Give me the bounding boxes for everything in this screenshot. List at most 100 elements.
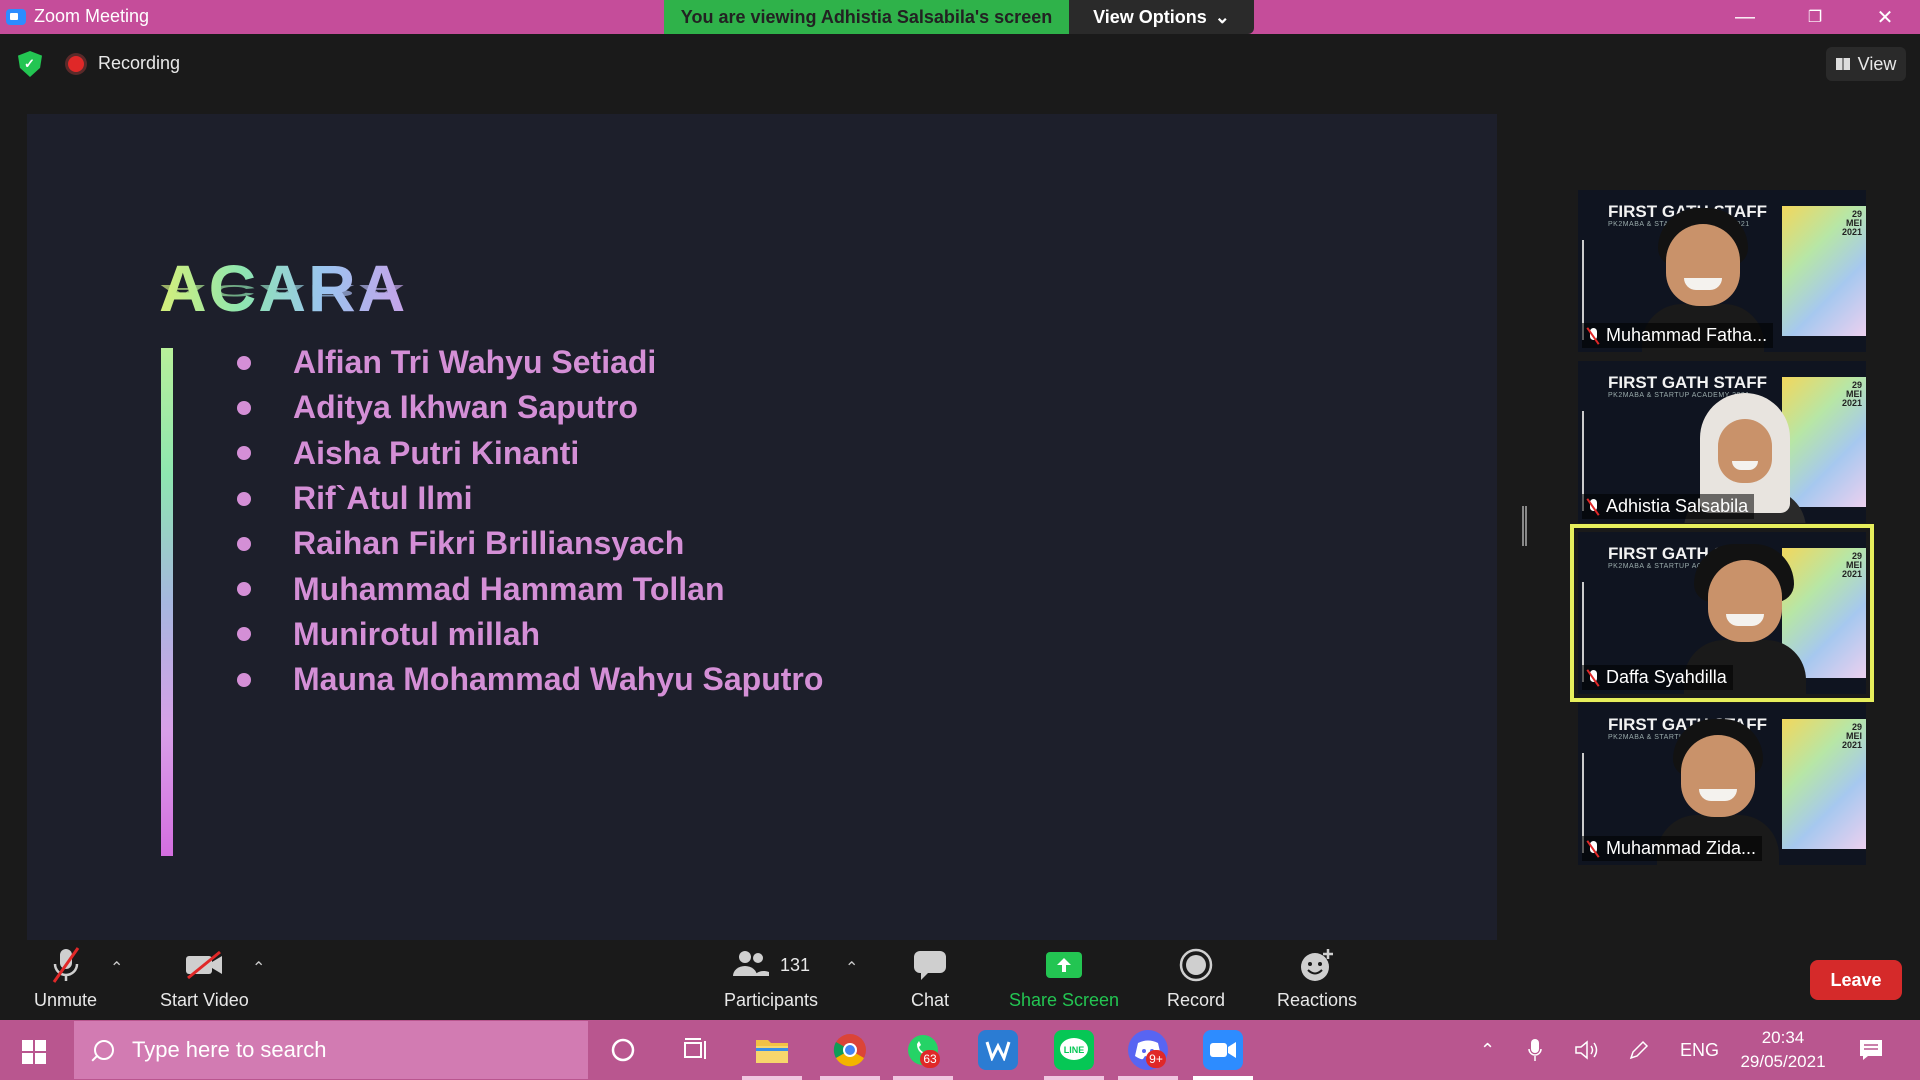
participant-name: Muhammad Fatha... <box>1606 325 1768 345</box>
participants-button[interactable]: 131 Participants <box>724 946 818 1011</box>
video-tile[interactable]: FIRST GATH STAFF PK2MABA & STARTUP ACADE… <box>1578 190 1866 352</box>
name-list-item: Alfian Tri Wahyu Setiadi <box>237 340 823 385</box>
chevron-up-icon: ⌃ <box>1480 1039 1496 1060</box>
svg-text:LINE: LINE <box>1064 1045 1085 1055</box>
reactions-button[interactable]: Reactions <box>1277 946 1357 1011</box>
video-options-caret-icon[interactable]: ⌃ <box>252 958 265 978</box>
name-list-item: Rif`Atul Ilmi <box>237 476 823 521</box>
background-date: 29 MEI 2021 <box>1841 722 1862 750</box>
chrome-icon[interactable] <box>830 1030 870 1070</box>
participants-options-caret-icon[interactable]: ⌃ <box>845 958 858 978</box>
name-list-item: Aditya Ikhwan Saputro <box>237 385 823 430</box>
name-list-item: Munirotul millah <box>237 612 823 657</box>
language-indicator[interactable]: ENG <box>1680 1020 1719 1080</box>
view-options-button[interactable]: View Options ⌄ <box>1069 0 1254 34</box>
video-off-icon <box>184 946 224 984</box>
search-placeholder: Type here to search <box>132 1037 327 1062</box>
line-active-indicator <box>1044 1076 1104 1080</box>
share-screen-icon <box>1045 946 1083 984</box>
microphone-tray-icon[interactable] <box>1528 1020 1542 1080</box>
chat-label: Chat <box>911 990 950 1010</box>
minimize-button[interactable]: — <box>1710 0 1780 34</box>
meeting-info-bar: ✓ Recording View <box>0 34 1920 94</box>
file-explorer-icon[interactable] <box>752 1030 792 1070</box>
grid-icon <box>1835 58 1850 70</box>
participant-nameplate: Adhistia Salsabila <box>1582 494 1755 519</box>
taskbar-search-box[interactable]: Type here to search <box>74 1021 588 1079</box>
audio-options-caret-icon[interactable]: ⌃ <box>110 958 123 978</box>
muted-mic-icon <box>1586 840 1600 858</box>
video-tile[interactable]: FIRST GATH STAFF PK2MABA & STARTUP ACADE… <box>1578 703 1866 865</box>
chrome-active-indicator <box>820 1076 880 1080</box>
video-tile-active-speaker[interactable]: FIRST GATH STAFF PK2MABA & STARTUP ACADE… <box>1570 524 1874 702</box>
chat-icon <box>913 946 947 984</box>
restore-icon: ❐ <box>1807 9 1823 26</box>
shared-screen: ACARA ACARA Alfian Tri Wahyu Setiadi Adi… <box>27 114 1497 940</box>
participants-icon <box>732 949 770 982</box>
record-button[interactable]: Record <box>1167 946 1225 1011</box>
volume-icon[interactable] <box>1574 1020 1600 1080</box>
title-bar: Zoom Meeting You are viewing Adhistia Sa… <box>0 0 1920 34</box>
restore-button[interactable]: ❐ <box>1780 0 1850 34</box>
search-icon <box>94 1040 114 1060</box>
leave-button[interactable]: Leave <box>1810 960 1902 1000</box>
discord-badge: 9+ <box>1146 1050 1166 1068</box>
name-list: Alfian Tri Wahyu Setiadi Aditya Ikhwan S… <box>237 340 823 702</box>
gradient-accent-bar <box>161 348 173 856</box>
show-hidden-icons-button[interactable]: ⌃ <box>1480 1020 1495 1080</box>
participant-name: Adhistia Salsabila <box>1606 496 1749 516</box>
recording-icon <box>68 56 84 72</box>
pen-tray-icon[interactable] <box>1628 1020 1650 1080</box>
share-screen-button[interactable]: Share Screen <box>1009 946 1119 1011</box>
muted-microphone-icon <box>48 946 84 984</box>
line-icon[interactable]: LINE <box>1054 1030 1094 1070</box>
muted-mic-icon <box>1586 327 1600 345</box>
reactions-label: Reactions <box>1277 990 1358 1010</box>
whatsapp-active-indicator <box>893 1076 953 1080</box>
recording-label: Recording <box>98 53 181 73</box>
name-list-item: Muhammad Hammam Tollan <box>237 566 823 611</box>
record-label: Record <box>1167 990 1226 1010</box>
close-button[interactable]: ✕ <box>1850 0 1920 34</box>
name-list-item: Raihan Fikri Brilliansyach <box>237 521 823 566</box>
background-date: 29 MEI 2021 <box>1841 551 1862 579</box>
task-view-icon[interactable] <box>676 1030 716 1070</box>
taskbar-clock[interactable]: 20:34 29/05/2021 <box>1720 1026 1846 1074</box>
word-icon[interactable] <box>978 1030 1018 1070</box>
windows-start-icon[interactable] <box>22 1040 46 1064</box>
participants-label: Participants <box>724 990 819 1010</box>
video-tile[interactable]: FIRST GATH STAFF PK2MABA & STARTUP ACADE… <box>1578 361 1866 523</box>
background-date: 29 MEI 2021 <box>1841 380 1862 408</box>
participant-name: Muhammad Zida... <box>1606 838 1757 858</box>
clock-time: 20:34 <box>1761 1028 1805 1047</box>
viewing-banner: You are viewing Adhistia Salsabila's scr… <box>664 0 1069 34</box>
minimize-icon: — <box>1735 5 1755 28</box>
notifications-icon[interactable] <box>1858 1020 1884 1080</box>
muted-mic-icon <box>1586 669 1600 687</box>
unmute-label: Unmute <box>34 990 98 1010</box>
clock-date: 29/05/2021 <box>1740 1052 1826 1071</box>
close-icon: ✕ <box>1876 6 1894 29</box>
zoom-app-icon[interactable] <box>1203 1030 1243 1070</box>
meeting-toolbar: Unmute ⌃ Start Video ⌃ 131 Participants … <box>0 940 1920 1020</box>
chevron-down-icon: ⌄ <box>1214 6 1230 27</box>
chat-button[interactable]: Chat <box>911 946 949 1011</box>
panel-resize-handle[interactable] <box>1522 506 1527 546</box>
unmute-button[interactable]: Unmute <box>34 946 97 1011</box>
name-list-item: Mauna Mohammad Wahyu Saputro <box>237 657 823 702</box>
participants-count: 131 <box>780 954 811 975</box>
reactions-icon <box>1299 946 1335 984</box>
start-video-label: Start Video <box>160 990 249 1010</box>
slide-heading-reflection: ACARA <box>159 281 408 300</box>
start-video-button[interactable]: Start Video <box>160 946 249 1011</box>
participant-nameplate: Daffa Syahdilla <box>1582 665 1733 690</box>
view-button[interactable]: View <box>1826 47 1906 81</box>
name-list-item: Aisha Putri Kinanti <box>237 431 823 476</box>
checkmark-icon: ✓ <box>24 56 35 71</box>
explorer-active-indicator <box>742 1076 802 1080</box>
participant-nameplate: Muhammad Fatha... <box>1582 323 1774 348</box>
zoom-logo-icon <box>6 8 26 25</box>
share-screen-label: Share Screen <box>1009 990 1120 1010</box>
windows-taskbar: Type here to search 63 LINE 9+ ⌃ ENG 20:… <box>0 1020 1920 1080</box>
cortana-icon[interactable] <box>603 1030 643 1070</box>
